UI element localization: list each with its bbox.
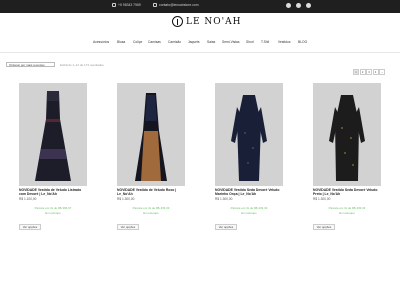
page-link[interactable]: 4 [372,69,379,75]
product-image[interactable] [313,83,381,186]
results-count: Exibindo 1–12 de 174 resultados [60,63,104,67]
nav-item[interactable]: Blusa [117,40,125,44]
view-options-button[interactable]: Ver opções [19,224,41,231]
dress-image [35,91,71,181]
installment-text: Parcele em 3x de R$ 433,33 [328,206,366,211]
email-text: contato@lenoahstore.com [159,3,199,7]
view-options-button[interactable]: Ver opções [117,224,139,231]
main-nav: Acessórios Blusa Colíçe Camisas Camisão … [0,40,400,46]
product-card: NOVIDADE Vestido de Veludo Roxo | Le_No'… [117,83,185,233]
brand-name: LE NO'AH [186,16,242,27]
phone-text: +5 98343 7969 [118,3,141,7]
sort-select[interactable]: Ordenar por mais recentes [6,62,55,67]
product-image[interactable] [117,83,185,186]
next-page-link[interactable]: → [379,69,385,75]
phone-contact[interactable]: +5 98343 7969 [112,3,141,7]
nav-item[interactable]: Camisão [168,40,181,44]
nav-item[interactable]: Shorl [246,40,254,44]
nav-divider [0,52,400,53]
product-price: R$ 1.100,00 [19,197,37,202]
product-card: NOVIDADE Vestido Seda Devoré Veludo Pret… [313,83,381,233]
page-link[interactable]: 2 [359,69,366,75]
product-name[interactable]: NOVIDADE Vestido Seda Devoré Veludo Pret… [313,188,381,196]
installment-text: Parcele em 3x de R$ 366,67 [34,206,72,211]
pagination: 1 2 3 4 → [353,69,385,75]
product-price: R$ 1.300,00 [313,197,331,202]
view-options-button[interactable]: Ver opções [215,224,237,231]
page-link[interactable]: 1 [353,69,359,75]
stock-status: Em estoque [241,211,257,216]
nav-item[interactable]: Camisas [148,40,161,44]
installment-text: Parcele em 3x de R$ 433,33 [230,206,268,211]
product-price: R$ 1.300,00 [117,197,135,202]
dress-image [135,93,167,181]
top-bar: +5 98343 7969 contato@lenoahstore.com [0,0,400,13]
product-image[interactable] [19,83,87,186]
dress-image [231,95,267,181]
nav-item[interactable]: Vestidos [278,40,290,44]
product-card: NOVIDADE Vestido de Veludo Listrado com … [19,83,87,233]
page-link[interactable]: 3 [366,69,372,75]
stock-status: Em estoque [143,211,159,216]
product-name[interactable]: NOVIDADE Vestido de Veludo Listrado com … [19,188,87,196]
product-card: NOVIDADE Vestido Seda Devoré Veludo Mari… [215,83,283,233]
dress-image [329,95,365,181]
stock-status: Em estoque [45,211,61,216]
nav-item[interactable]: Acessórios [93,40,109,44]
product-image[interactable] [215,83,283,186]
youtube-icon[interactable] [306,3,311,8]
email-icon [153,3,157,7]
installment-text: Parcele em 3x de R$ 433,33 [132,206,170,211]
nav-item[interactable]: Saias [207,40,215,44]
social-links [286,3,311,8]
nav-item[interactable]: Jaquets [188,40,200,44]
nav-item[interactable]: Semi-Vistas [222,40,240,44]
product-name[interactable]: NOVIDADE Vestido de Veludo Roxo | Le_No'… [117,188,185,196]
email-contact[interactable]: contato@lenoahstore.com [153,3,199,7]
brand-logo[interactable]: LE NO'AH [172,16,241,27]
nav-item[interactable]: BLOG [298,40,307,44]
nav-item[interactable]: Colíçe [133,40,142,44]
product-price: R$ 1.300,00 [215,197,233,202]
stock-status: Em estoque [339,211,355,216]
instagram-icon[interactable] [296,3,301,8]
whatsapp-icon [112,3,116,7]
logo-mark-icon [172,16,183,27]
nav-item[interactable]: T.Shil [261,40,269,44]
view-options-button[interactable]: Ver opções [313,224,335,231]
facebook-icon[interactable] [286,3,291,8]
product-name[interactable]: NOVIDADE Vestido Seda Devoré Veludo Mari… [215,188,283,196]
